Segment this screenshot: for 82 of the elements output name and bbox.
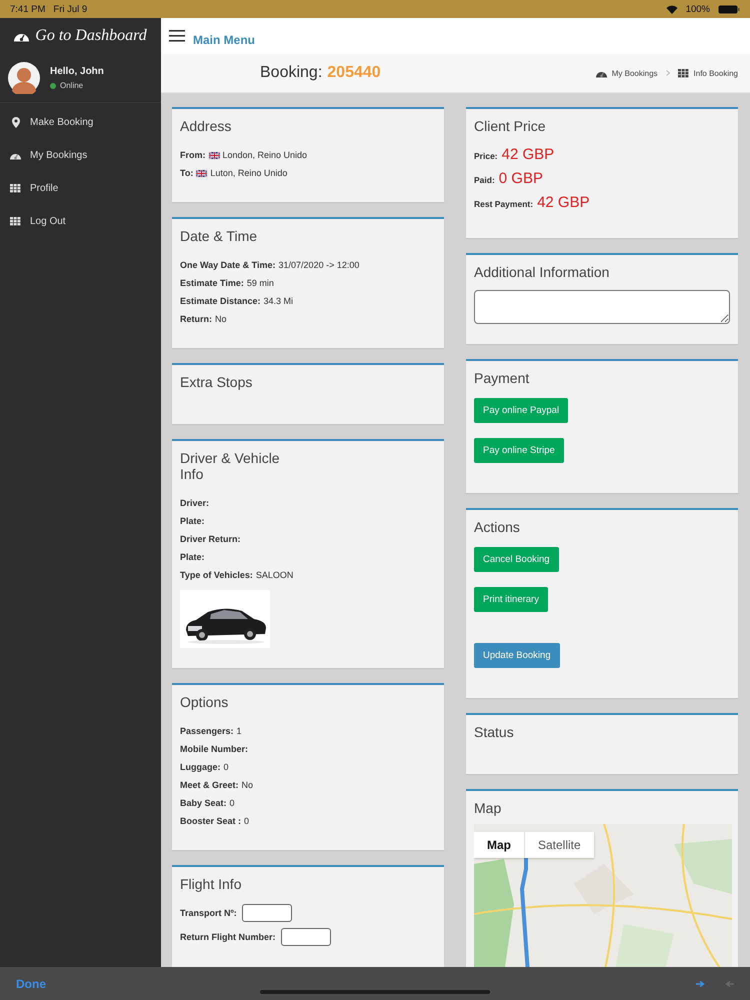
sidebar-item[interactable]: Make Booking bbox=[0, 106, 161, 139]
main-menu-link[interactable]: Main Menu bbox=[193, 33, 255, 47]
user-greeting: Hello, John bbox=[50, 66, 104, 77]
field-value: No bbox=[242, 780, 254, 790]
field-value: 59 min bbox=[246, 278, 274, 288]
grid-icon bbox=[10, 217, 21, 226]
battery-percent: 100% bbox=[686, 4, 710, 14]
field-value: 34.3 Mi bbox=[264, 296, 294, 306]
card-title: Payment bbox=[474, 370, 530, 386]
card-title: Options bbox=[180, 694, 230, 710]
field-label: Transport Nº: bbox=[180, 908, 237, 918]
gauge-icon bbox=[10, 151, 21, 160]
card-title: Map bbox=[474, 800, 502, 816]
grid-icon bbox=[678, 68, 689, 78]
field-label: Luggage: bbox=[180, 762, 220, 772]
field-label: Return Flight Number: bbox=[180, 932, 276, 942]
card-title: Date & Time bbox=[180, 228, 258, 244]
status-text: Online bbox=[60, 81, 84, 90]
field-label: To: bbox=[180, 168, 194, 178]
price-label: Rest Payment: bbox=[474, 199, 534, 209]
field-label: Estimate Distance: bbox=[180, 296, 261, 306]
brand-link[interactable]: Go to Dashboard bbox=[35, 27, 147, 45]
field-label: Driver: bbox=[180, 498, 210, 508]
field-label: Estimate Time: bbox=[180, 278, 244, 288]
field-label: Plate: bbox=[180, 552, 205, 562]
update-button[interactable]: Update Booking bbox=[474, 643, 560, 668]
field-value: SALOON bbox=[256, 570, 294, 580]
sidebar-item[interactable]: My Bookings bbox=[0, 139, 161, 172]
input-field[interactable] bbox=[280, 928, 330, 946]
field-label: Booster Seat : bbox=[180, 816, 242, 826]
field-label: From: bbox=[180, 150, 206, 160]
menu-icon[interactable] bbox=[169, 30, 185, 42]
field-value: 0 bbox=[224, 762, 229, 772]
field-value: No bbox=[215, 314, 227, 324]
map-type-tab[interactable]: Satellite bbox=[525, 832, 594, 858]
price-value: 0 GBP bbox=[498, 170, 543, 187]
sidebar-item[interactable]: Log Out bbox=[0, 205, 161, 238]
map-type-toggle[interactable]: Map Satellite bbox=[474, 832, 594, 858]
avatar-icon bbox=[8, 62, 40, 94]
field-label: Plate: bbox=[180, 516, 205, 526]
chevron-icon bbox=[666, 70, 670, 76]
card-title: Status bbox=[474, 724, 515, 740]
breadcrumb-link[interactable]: Info Booking bbox=[694, 68, 738, 78]
map-type-tab[interactable]: Map bbox=[474, 832, 525, 858]
field-label: Return: bbox=[180, 314, 212, 324]
time-text: 7:41 PM bbox=[10, 4, 46, 14]
input-field[interactable] bbox=[474, 290, 730, 324]
field-value: Luton, Reino Unido bbox=[210, 168, 288, 178]
page-title: Booking: bbox=[260, 64, 322, 82]
field-value: 31/07/2020 -> 12:00 bbox=[278, 260, 360, 270]
card-title: Actions bbox=[474, 519, 521, 535]
battery-icon bbox=[718, 4, 740, 14]
card-title: Flight Info bbox=[180, 876, 242, 892]
price-value: 42 GBP bbox=[502, 146, 554, 163]
field-value: 1 bbox=[236, 726, 242, 736]
card-title: Additional Information bbox=[474, 264, 610, 280]
field-label: One Way Date & Time: bbox=[180, 260, 276, 270]
field-label: Meet & Greet: bbox=[180, 780, 239, 790]
grid-icon bbox=[10, 184, 21, 193]
date-text: Fri Jul 9 bbox=[53, 4, 88, 14]
price-label: Price: bbox=[474, 151, 498, 161]
input-field[interactable] bbox=[242, 904, 292, 922]
sidebar-item[interactable]: Profile bbox=[0, 172, 161, 205]
card-title: Address bbox=[180, 118, 232, 134]
booking-number: 205440 bbox=[327, 64, 381, 82]
breadcrumb-link[interactable]: My Bookings bbox=[612, 68, 658, 78]
field-value: 0 bbox=[230, 798, 235, 808]
pin-icon bbox=[12, 117, 20, 128]
field-label: Type of Vehicles: bbox=[180, 570, 253, 580]
card-title: Extra Stops bbox=[180, 374, 254, 390]
field-label: Passengers: bbox=[180, 726, 234, 736]
field-label: Baby Seat: bbox=[180, 798, 227, 808]
field-label: Driver Return: bbox=[180, 534, 241, 544]
wifi-icon bbox=[666, 4, 678, 14]
price-value: 42 GBP bbox=[537, 194, 590, 211]
field-value: 0 bbox=[244, 816, 250, 826]
card-title: Client Price bbox=[474, 118, 547, 134]
card-title: Driver & Vehicle Info bbox=[180, 450, 281, 482]
price-label: Paid: bbox=[474, 175, 495, 185]
field-label: Mobile Number: bbox=[180, 744, 248, 754]
field-value: London, Reino Unido bbox=[222, 150, 308, 160]
arrow-icon[interactable] bbox=[696, 980, 705, 986]
